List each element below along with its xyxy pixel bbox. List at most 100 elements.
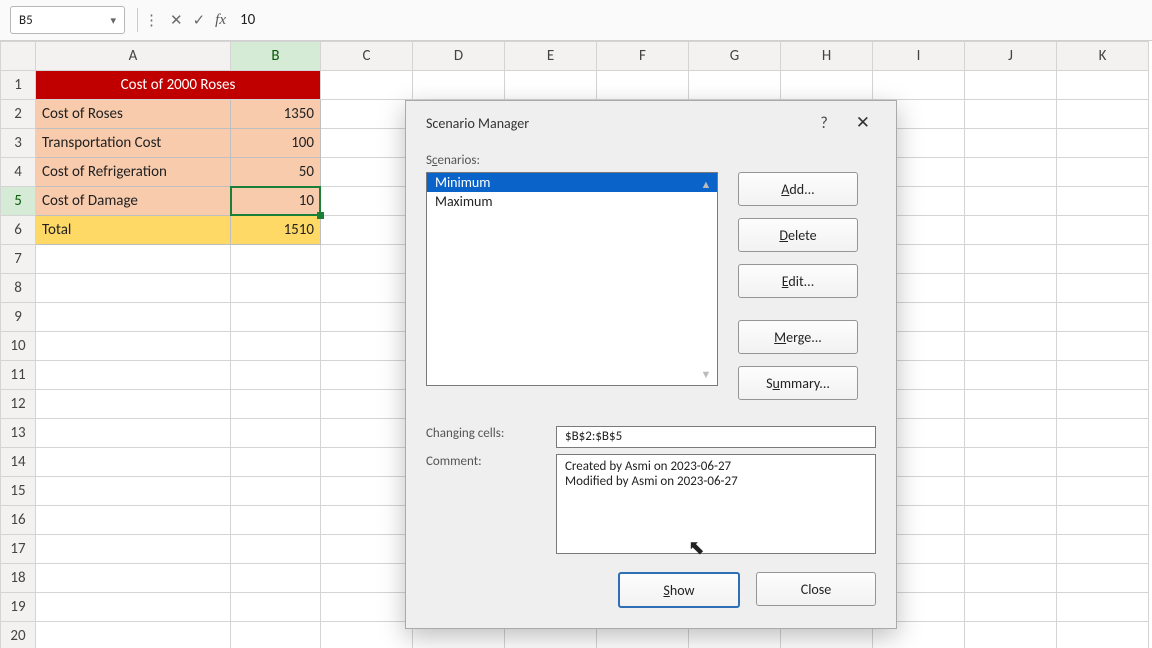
cell-K20[interactable] [1057, 622, 1149, 648]
cell-B2[interactable]: 1350 [231, 100, 321, 129]
cell-K12[interactable] [1057, 390, 1149, 419]
cell-J16[interactable] [965, 506, 1057, 535]
cell-A15[interactable] [36, 477, 231, 506]
row-header-15[interactable]: 15 [1, 477, 36, 506]
cell-B10[interactable] [231, 332, 321, 361]
cell-K13[interactable] [1057, 419, 1149, 448]
cell-B15[interactable] [231, 477, 321, 506]
cell-A1[interactable]: Cost of 2000 Roses [36, 71, 321, 100]
cell-A3[interactable]: Transportation Cost [36, 129, 231, 158]
cell-J15[interactable] [965, 477, 1057, 506]
scroll-up-icon[interactable]: ▲ [697, 175, 715, 193]
cell-C7[interactable] [321, 245, 413, 274]
cell-B8[interactable] [231, 274, 321, 303]
cell-C5[interactable] [321, 187, 413, 216]
cell-K4[interactable] [1057, 158, 1149, 187]
cell-J17[interactable] [965, 535, 1057, 564]
cell-B7[interactable] [231, 245, 321, 274]
col-header-D[interactable]: D [413, 42, 505, 71]
col-header-E[interactable]: E [505, 42, 597, 71]
cell-B11[interactable] [231, 361, 321, 390]
cell-A20[interactable] [36, 622, 231, 648]
cell-A8[interactable] [36, 274, 231, 303]
select-all-corner[interactable] [1, 42, 36, 71]
cell-B14[interactable] [231, 448, 321, 477]
row-header-2[interactable]: 2 [1, 100, 36, 129]
row-header-8[interactable]: 8 [1, 274, 36, 303]
row-header-1[interactable]: 1 [1, 71, 36, 100]
row-header-17[interactable]: 17 [1, 535, 36, 564]
add-button[interactable]: Add... [738, 172, 858, 206]
cell-C18[interactable] [321, 564, 413, 593]
cell-G1[interactable] [689, 71, 781, 100]
cell-J13[interactable] [965, 419, 1057, 448]
cell-B3[interactable]: 100 [231, 129, 321, 158]
cell-C17[interactable] [321, 535, 413, 564]
col-header-C[interactable]: C [321, 42, 413, 71]
chevron-down-icon[interactable]: ▾ [110, 14, 116, 27]
row-header-20[interactable]: 20 [1, 622, 36, 648]
row-header-13[interactable]: 13 [1, 419, 36, 448]
row-header-14[interactable]: 14 [1, 448, 36, 477]
cell-K10[interactable] [1057, 332, 1149, 361]
summary-button[interactable]: Summary... [738, 366, 858, 400]
cell-K17[interactable] [1057, 535, 1149, 564]
merge-button[interactable]: Merge... [738, 320, 858, 354]
cell-B19[interactable] [231, 593, 321, 622]
name-box[interactable]: B5 ▾ [10, 6, 125, 34]
more-icon[interactable]: ⋮ [144, 13, 160, 28]
cell-K18[interactable] [1057, 564, 1149, 593]
col-header-H[interactable]: H [781, 42, 873, 71]
cell-A10[interactable] [36, 332, 231, 361]
row-header-10[interactable]: 10 [1, 332, 36, 361]
cell-K14[interactable] [1057, 448, 1149, 477]
cell-K2[interactable] [1057, 100, 1149, 129]
scroll-down-icon[interactable]: ▼ [697, 365, 715, 383]
cell-K3[interactable] [1057, 129, 1149, 158]
cell-A18[interactable] [36, 564, 231, 593]
cell-J9[interactable] [965, 303, 1057, 332]
row-header-6[interactable]: 6 [1, 216, 36, 245]
dialog-titlebar[interactable]: Scenario Manager ? ✕ [406, 101, 896, 145]
cell-B6[interactable]: 1510 [231, 216, 321, 245]
cell-C14[interactable] [321, 448, 413, 477]
cell-B17[interactable] [231, 535, 321, 564]
row-header-16[interactable]: 16 [1, 506, 36, 535]
cell-J19[interactable] [965, 593, 1057, 622]
cell-B5[interactable]: 10 [231, 187, 321, 216]
cell-A2[interactable]: Cost of Roses [36, 100, 231, 129]
cell-K19[interactable] [1057, 593, 1149, 622]
cell-K6[interactable] [1057, 216, 1149, 245]
row-header-18[interactable]: 18 [1, 564, 36, 593]
edit-button[interactable]: Edit... [738, 264, 858, 298]
enter-icon[interactable]: ✓ [193, 13, 206, 28]
cell-C19[interactable] [321, 593, 413, 622]
col-header-J[interactable]: J [965, 42, 1057, 71]
cell-J10[interactable] [965, 332, 1057, 361]
row-header-7[interactable]: 7 [1, 245, 36, 274]
fx-icon[interactable]: fx [215, 13, 226, 28]
cell-A14[interactable] [36, 448, 231, 477]
cell-I1[interactable] [873, 71, 965, 100]
show-button[interactable]: Show [618, 572, 740, 608]
cell-C2[interactable] [321, 100, 413, 129]
cell-A4[interactable]: Cost of Refrigeration [36, 158, 231, 187]
cell-K16[interactable] [1057, 506, 1149, 535]
scenarios-listbox[interactable]: ▲ ▼ MinimumMaximum [426, 172, 718, 386]
cell-J12[interactable] [965, 390, 1057, 419]
cell-J8[interactable] [965, 274, 1057, 303]
cell-C20[interactable] [321, 622, 413, 648]
cell-C3[interactable] [321, 129, 413, 158]
cell-C13[interactable] [321, 419, 413, 448]
scenario-item[interactable]: Minimum [427, 173, 717, 192]
cell-A12[interactable] [36, 390, 231, 419]
cell-J11[interactable] [965, 361, 1057, 390]
cell-E1[interactable] [505, 71, 597, 100]
cell-B16[interactable] [231, 506, 321, 535]
cell-B20[interactable] [231, 622, 321, 648]
cancel-icon[interactable]: ✕ [170, 13, 183, 28]
cell-A19[interactable] [36, 593, 231, 622]
cell-C6[interactable] [321, 216, 413, 245]
scenario-item[interactable]: Maximum [427, 192, 717, 211]
cell-K15[interactable] [1057, 477, 1149, 506]
